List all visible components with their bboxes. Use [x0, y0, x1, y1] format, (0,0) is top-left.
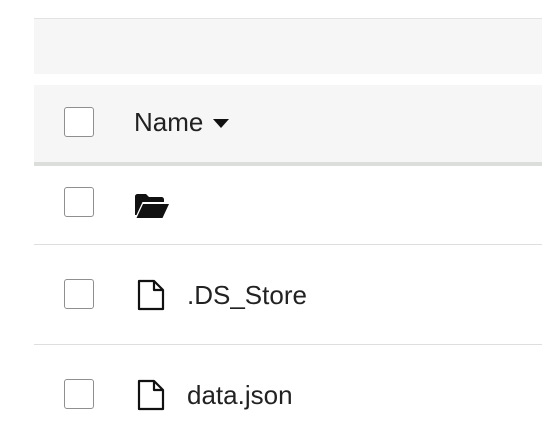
row-checkbox[interactable] [64, 279, 94, 309]
row-checkbox[interactable] [64, 187, 94, 217]
toolbar-area [34, 18, 542, 74]
table-header: Name [34, 85, 542, 166]
name-column-header[interactable]: Name [134, 106, 230, 137]
sort-down-icon [213, 118, 230, 128]
select-all-checkbox[interactable] [64, 107, 94, 137]
table-row[interactable]: .DS_Store [34, 245, 542, 345]
table-row[interactable] [34, 166, 542, 245]
name-column-label: Name [134, 106, 204, 137]
row-name[interactable]: .DS_Store [187, 279, 307, 311]
table-row[interactable]: data.json [34, 345, 542, 434]
row-checkbox[interactable] [64, 379, 94, 409]
file-icon [137, 279, 165, 311]
file-icon [137, 379, 165, 411]
file-browser-page: Name .DS_Store data.json [0, 0, 542, 434]
row-name[interactable]: data.json [187, 379, 293, 411]
folder-open-icon[interactable] [134, 193, 170, 219]
